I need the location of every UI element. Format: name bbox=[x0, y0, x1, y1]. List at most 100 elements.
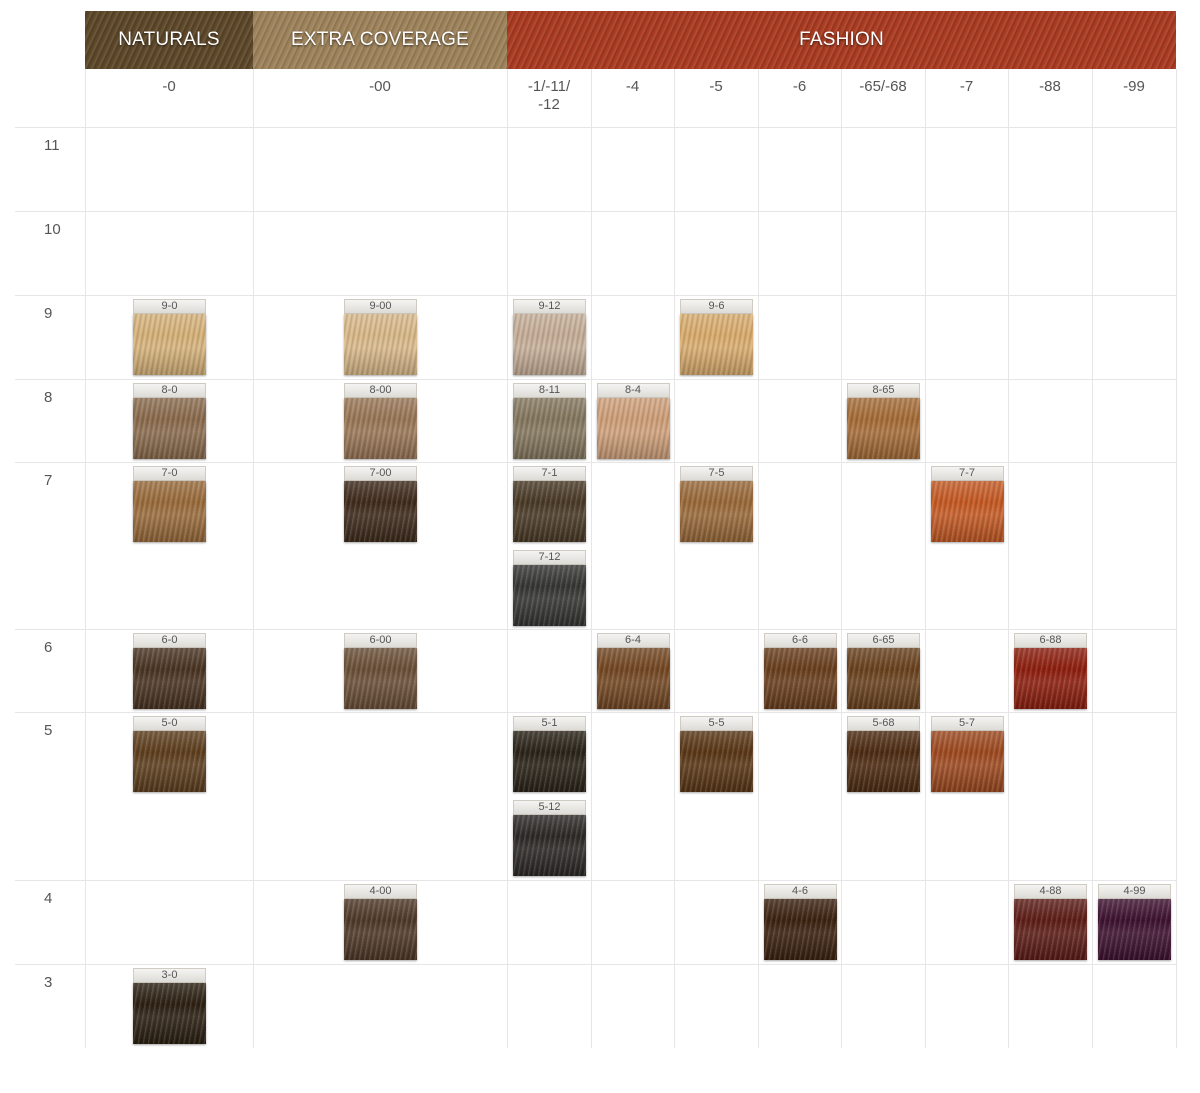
shade-color bbox=[596, 398, 670, 459]
grid-line bbox=[15, 127, 1176, 128]
column-label: -88 bbox=[1039, 78, 1061, 95]
shade-swatch[interactable]: 8-11 bbox=[513, 383, 586, 459]
shade-swatch[interactable]: 5-12 bbox=[513, 800, 586, 876]
shade-swatch[interactable]: 5-0 bbox=[133, 716, 206, 792]
shade-color bbox=[133, 983, 206, 1044]
row-label: 5 bbox=[44, 722, 53, 739]
grid-line bbox=[15, 462, 1176, 463]
grid-line bbox=[1008, 69, 1009, 1048]
shade-label: 4-99 bbox=[1098, 884, 1171, 899]
shade-color bbox=[513, 731, 586, 792]
shade-color bbox=[513, 398, 586, 459]
shade-color bbox=[344, 899, 417, 960]
shade-swatch[interactable]: 6-4 bbox=[596, 633, 670, 709]
shade-color bbox=[513, 481, 586, 542]
shade-label: 5-0 bbox=[133, 716, 206, 731]
shade-color bbox=[596, 648, 670, 709]
shade-swatch[interactable]: 9-6 bbox=[680, 299, 753, 375]
shade-swatch[interactable]: 8-65 bbox=[847, 383, 920, 459]
shade-swatch[interactable]: 7-00 bbox=[344, 466, 417, 542]
shade-label: 5-1 bbox=[513, 716, 586, 731]
shade-swatch[interactable]: 7-7 bbox=[930, 466, 1004, 542]
shade-swatch[interactable]: 4-88 bbox=[1014, 884, 1087, 960]
shade-color bbox=[513, 314, 586, 375]
shade-label: 8-00 bbox=[344, 383, 417, 398]
shade-label: 8-11 bbox=[513, 383, 586, 398]
grid-line bbox=[1176, 69, 1177, 1048]
shade-label: 8-4 bbox=[596, 383, 670, 398]
shade-label: 7-12 bbox=[513, 550, 586, 565]
grid-line bbox=[925, 69, 926, 1048]
shade-label: 9-00 bbox=[344, 299, 417, 314]
shade-label: 9-6 bbox=[680, 299, 753, 314]
column-label: -0 bbox=[162, 78, 176, 95]
shade-label: 5-68 bbox=[847, 716, 920, 731]
shade-swatch[interactable]: 7-1 bbox=[513, 466, 586, 542]
shade-swatch[interactable]: 6-65 bbox=[847, 633, 920, 709]
shade-color bbox=[344, 398, 417, 459]
grid-line bbox=[841, 69, 842, 1048]
column-label: -99 bbox=[1123, 78, 1145, 95]
shade-swatch[interactable]: 5-1 bbox=[513, 716, 586, 792]
group-label: FASHION bbox=[799, 29, 884, 50]
shade-label: 6-0 bbox=[133, 633, 206, 648]
shade-label: 7-7 bbox=[930, 466, 1004, 481]
shade-color bbox=[847, 398, 920, 459]
shade-color bbox=[133, 731, 206, 792]
shade-swatch[interactable]: 5-7 bbox=[930, 716, 1004, 792]
shade-swatch[interactable]: 5-68 bbox=[847, 716, 920, 792]
column-label: -6 bbox=[792, 78, 807, 95]
shade-swatch[interactable]: 4-6 bbox=[763, 884, 837, 960]
shade-label: 6-88 bbox=[1014, 633, 1087, 648]
grid-line bbox=[758, 69, 759, 1048]
grid-line bbox=[15, 211, 1176, 212]
grid-line bbox=[591, 69, 592, 1048]
shade-swatch[interactable]: 7-12 bbox=[513, 550, 586, 626]
shade-label: 7-0 bbox=[133, 466, 206, 481]
shade-color bbox=[1098, 899, 1171, 960]
shade-swatch[interactable]: 8-00 bbox=[344, 383, 417, 459]
grid-line bbox=[507, 69, 508, 1048]
shade-color bbox=[1014, 648, 1087, 709]
group-label: EXTRA COVERAGE bbox=[290, 29, 470, 50]
shade-label: 6-65 bbox=[847, 633, 920, 648]
shade-swatch[interactable]: 6-6 bbox=[763, 633, 837, 709]
row-label: 8 bbox=[44, 389, 53, 406]
grid-line bbox=[15, 629, 1176, 630]
shade-label: 4-00 bbox=[344, 884, 417, 899]
shade-swatch[interactable]: 9-12 bbox=[513, 299, 586, 375]
shade-color bbox=[847, 731, 920, 792]
shade-swatch[interactable]: 3-0 bbox=[133, 968, 206, 1044]
shade-color bbox=[763, 648, 837, 709]
column-label: -7 bbox=[959, 78, 974, 95]
shade-swatch[interactable]: 7-5 bbox=[680, 466, 753, 542]
shade-swatch[interactable]: 6-0 bbox=[133, 633, 206, 709]
shade-swatch[interactable]: 6-00 bbox=[344, 633, 417, 709]
shade-label: 5-5 bbox=[680, 716, 753, 731]
column-label: -1/-11/-12 bbox=[527, 78, 571, 113]
grid-line bbox=[15, 379, 1176, 380]
shade-swatch[interactable]: 7-0 bbox=[133, 466, 206, 542]
grid-line bbox=[674, 69, 675, 1048]
shade-swatch[interactable]: 4-00 bbox=[344, 884, 417, 960]
shade-swatch[interactable]: 8-4 bbox=[596, 383, 670, 459]
shade-swatch[interactable]: 9-0 bbox=[133, 299, 206, 375]
row-label: 7 bbox=[44, 472, 53, 489]
grid-line bbox=[85, 69, 86, 1048]
row-label: 10 bbox=[44, 221, 61, 238]
shade-swatch[interactable]: 9-00 bbox=[344, 299, 417, 375]
shade-swatch[interactable]: 6-88 bbox=[1014, 633, 1087, 709]
shade-label: 8-65 bbox=[847, 383, 920, 398]
shade-color bbox=[680, 481, 753, 542]
column-label: -00 bbox=[369, 78, 391, 95]
shade-color bbox=[513, 815, 586, 876]
shade-label: 7-5 bbox=[680, 466, 753, 481]
grid-line bbox=[15, 295, 1176, 296]
shade-label: 7-1 bbox=[513, 466, 586, 481]
shade-swatch[interactable]: 5-5 bbox=[680, 716, 753, 792]
shade-color bbox=[513, 565, 586, 626]
column-label: -4 bbox=[625, 78, 640, 95]
shade-swatch[interactable]: 8-0 bbox=[133, 383, 206, 459]
shade-color bbox=[133, 481, 206, 542]
shade-swatch[interactable]: 4-99 bbox=[1098, 884, 1171, 960]
